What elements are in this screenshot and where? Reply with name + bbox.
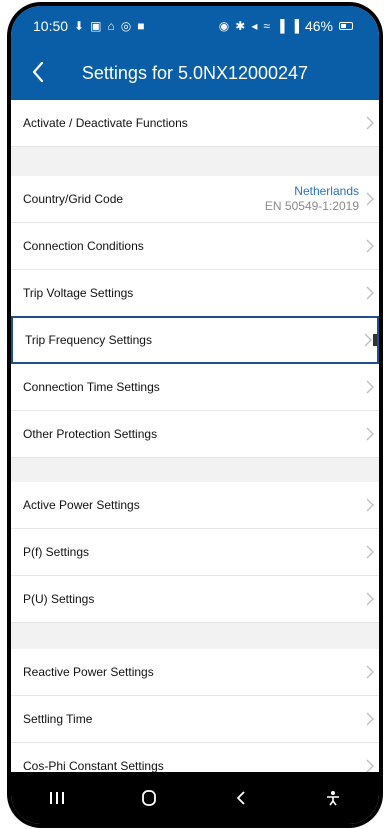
section-gap (11, 458, 379, 482)
section-gap (11, 147, 379, 176)
phone-frame: 10:50 ⬇ ▣ ⌂ ◎ ■ ◉ ✱ ◂ ≈ ▐ ▐ 46% Settings… (7, 2, 383, 828)
setting-country-grid-code[interactable]: Country/Grid Code Netherlands EN 50549-1… (11, 176, 379, 222)
grid-code: EN 50549-1:2019 (264, 199, 359, 213)
setting-trip-frequency[interactable]: Trip Frequency Settings (11, 316, 379, 364)
chevron-right-icon (366, 239, 374, 253)
setting-label: Connection Time Settings (23, 380, 160, 394)
setting-reactive-power[interactable]: Reactive Power Settings (11, 649, 379, 695)
status-right: ◉ ✱ ◂ ≈ ▐ ▐ 46% (219, 18, 353, 34)
setting-label: Reactive Power Settings (23, 665, 154, 679)
chevron-right-icon (366, 665, 374, 679)
chevron-right-icon (366, 116, 374, 130)
accessibility-button[interactable] (313, 783, 353, 813)
status-left: 10:50 ⬇ ▣ ⌂ ◎ ■ (33, 18, 144, 34)
setting-label: Activate / Deactivate Functions (23, 116, 188, 130)
setting-label: Country/Grid Code (23, 192, 124, 206)
chevron-right-icon (366, 427, 374, 441)
chevron-right-icon (366, 759, 374, 772)
lock-icon: ⌂ (107, 19, 115, 33)
home-icon (142, 790, 156, 806)
setting-label: Trip Frequency Settings (25, 333, 152, 347)
mute-icon: ◂ (251, 19, 258, 33)
selection-marker (373, 334, 377, 346)
setting-connection-time[interactable]: Connection Time Settings (11, 364, 379, 410)
chevron-right-icon (366, 545, 374, 559)
country-name: Netherlands (294, 184, 359, 198)
setting-settling-time[interactable]: Settling Time (11, 696, 379, 742)
battery-percent: 46% (304, 18, 333, 34)
setting-pu[interactable]: P(U) Settings (11, 576, 379, 622)
chevron-right-icon (366, 192, 374, 206)
alarm-icon: ◉ (218, 19, 230, 33)
accessibility-icon (327, 791, 339, 806)
home-button[interactable] (129, 783, 169, 813)
back-nav-button[interactable] (221, 783, 261, 813)
setting-label: P(U) Settings (23, 592, 95, 606)
setting-trip-voltage[interactable]: Trip Voltage Settings (11, 270, 379, 316)
setting-label: Cos-Phi Constant Settings (23, 759, 164, 772)
setting-connection-conditions[interactable]: Connection Conditions (11, 223, 379, 269)
chevron-right-icon (366, 380, 374, 394)
recent-apps-button[interactable] (37, 783, 77, 813)
back-arrow-icon[interactable] (25, 58, 53, 86)
signal-icon: ▐ (275, 19, 285, 33)
bluetooth-icon: ✱ (235, 19, 246, 33)
section-gap (11, 623, 379, 649)
calendar-icon: ▣ (90, 19, 102, 33)
recent-apps-icon (50, 792, 64, 804)
chevron-right-icon (366, 286, 374, 300)
shield-icon: ◎ (120, 19, 132, 33)
system-nav-bar (11, 772, 379, 824)
setting-label: Trip Voltage Settings (23, 286, 134, 300)
page-title: Settings for 5.0NX12000247 (81, 62, 309, 83)
status-time: 10:50 (33, 18, 69, 34)
setting-cos-phi[interactable]: Cos-Phi Constant Settings (11, 743, 379, 772)
setting-active-power[interactable]: Active Power Settings (11, 482, 379, 528)
wifi-icon: ≈ (263, 19, 270, 33)
app-header: Settings for 5.0NX12000247 (11, 46, 379, 100)
setting-other-protection[interactable]: Other Protection Settings (11, 411, 379, 457)
setting-activate-deactivate[interactable]: Activate / Deactivate Functions (11, 100, 379, 146)
setting-label: Connection Conditions (23, 239, 144, 253)
chevron-right-icon (366, 498, 374, 512)
status-bar: 10:50 ⬇ ▣ ⌂ ◎ ■ ◉ ✱ ◂ ≈ ▐ ▐ 46% (11, 6, 379, 46)
download-icon: ⬇ (74, 19, 85, 33)
settings-list: Activate / Deactivate Functions Country/… (11, 100, 379, 772)
setting-label: Active Power Settings (23, 498, 140, 512)
chevron-right-icon (364, 333, 372, 347)
setting-pf[interactable]: P(f) Settings (11, 529, 379, 575)
signal-icon: ▐ (290, 19, 299, 33)
setting-label: Settling Time (23, 712, 93, 726)
image-icon: ■ (137, 19, 145, 33)
chevron-right-icon (366, 592, 374, 606)
screen: 10:50 ⬇ ▣ ⌂ ◎ ■ ◉ ✱ ◂ ≈ ▐ ▐ 46% Settings… (11, 6, 379, 824)
country-value: Netherlands EN 50549-1:2019 (265, 184, 359, 214)
chevron-right-icon (366, 712, 374, 726)
setting-label: P(f) Settings (23, 545, 90, 559)
battery-icon (339, 22, 353, 30)
setting-label: Other Protection Settings (23, 427, 158, 441)
back-nav-icon (236, 791, 245, 805)
